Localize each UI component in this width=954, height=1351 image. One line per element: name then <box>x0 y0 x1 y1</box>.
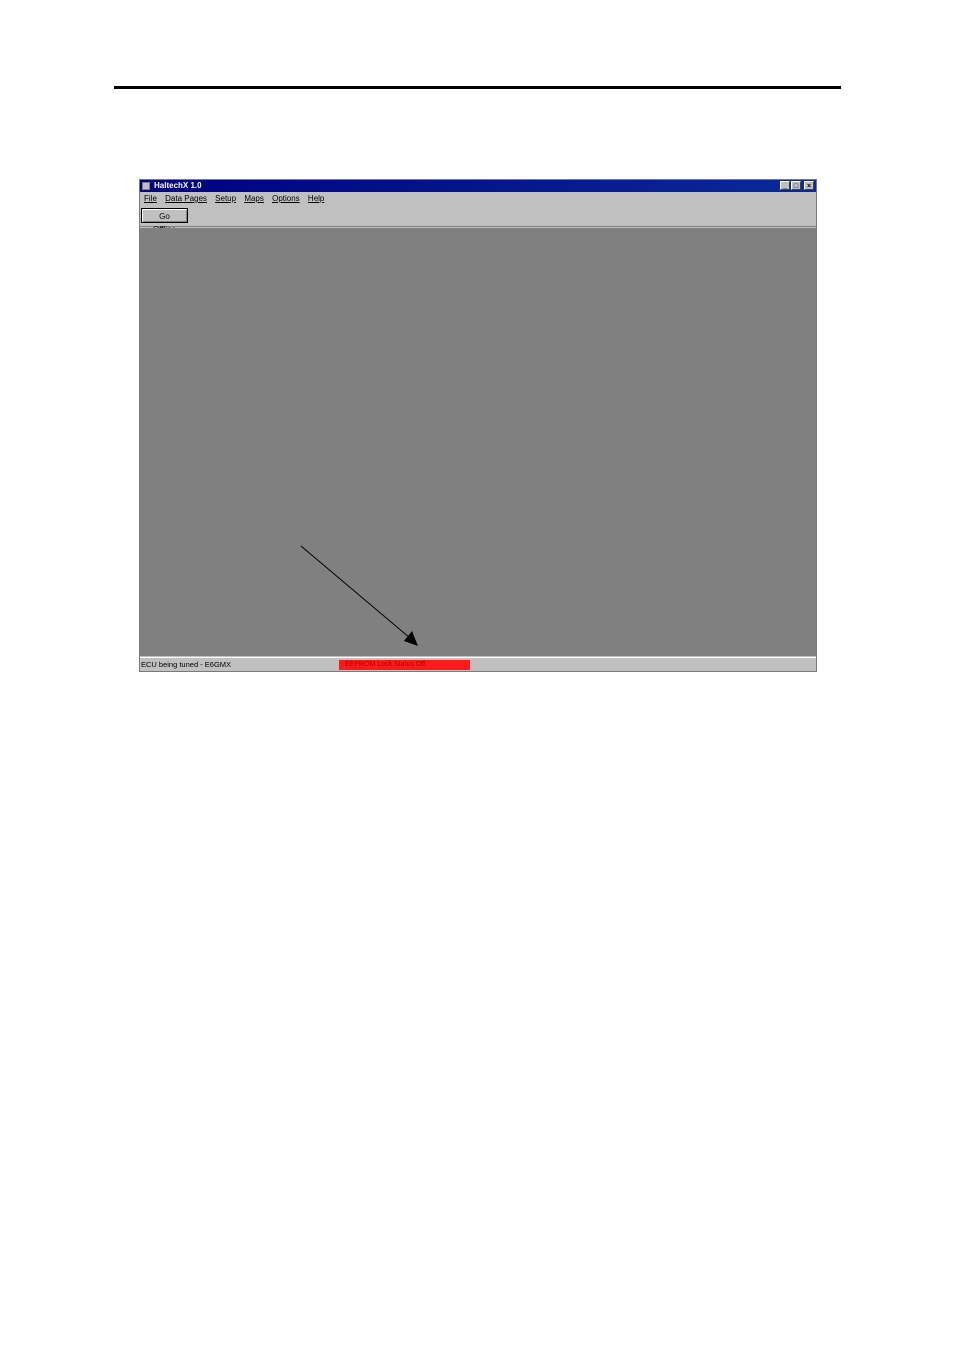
arrow-line <box>300 545 411 639</box>
pointer-arrow <box>300 545 418 646</box>
arrow-head <box>404 631 418 646</box>
